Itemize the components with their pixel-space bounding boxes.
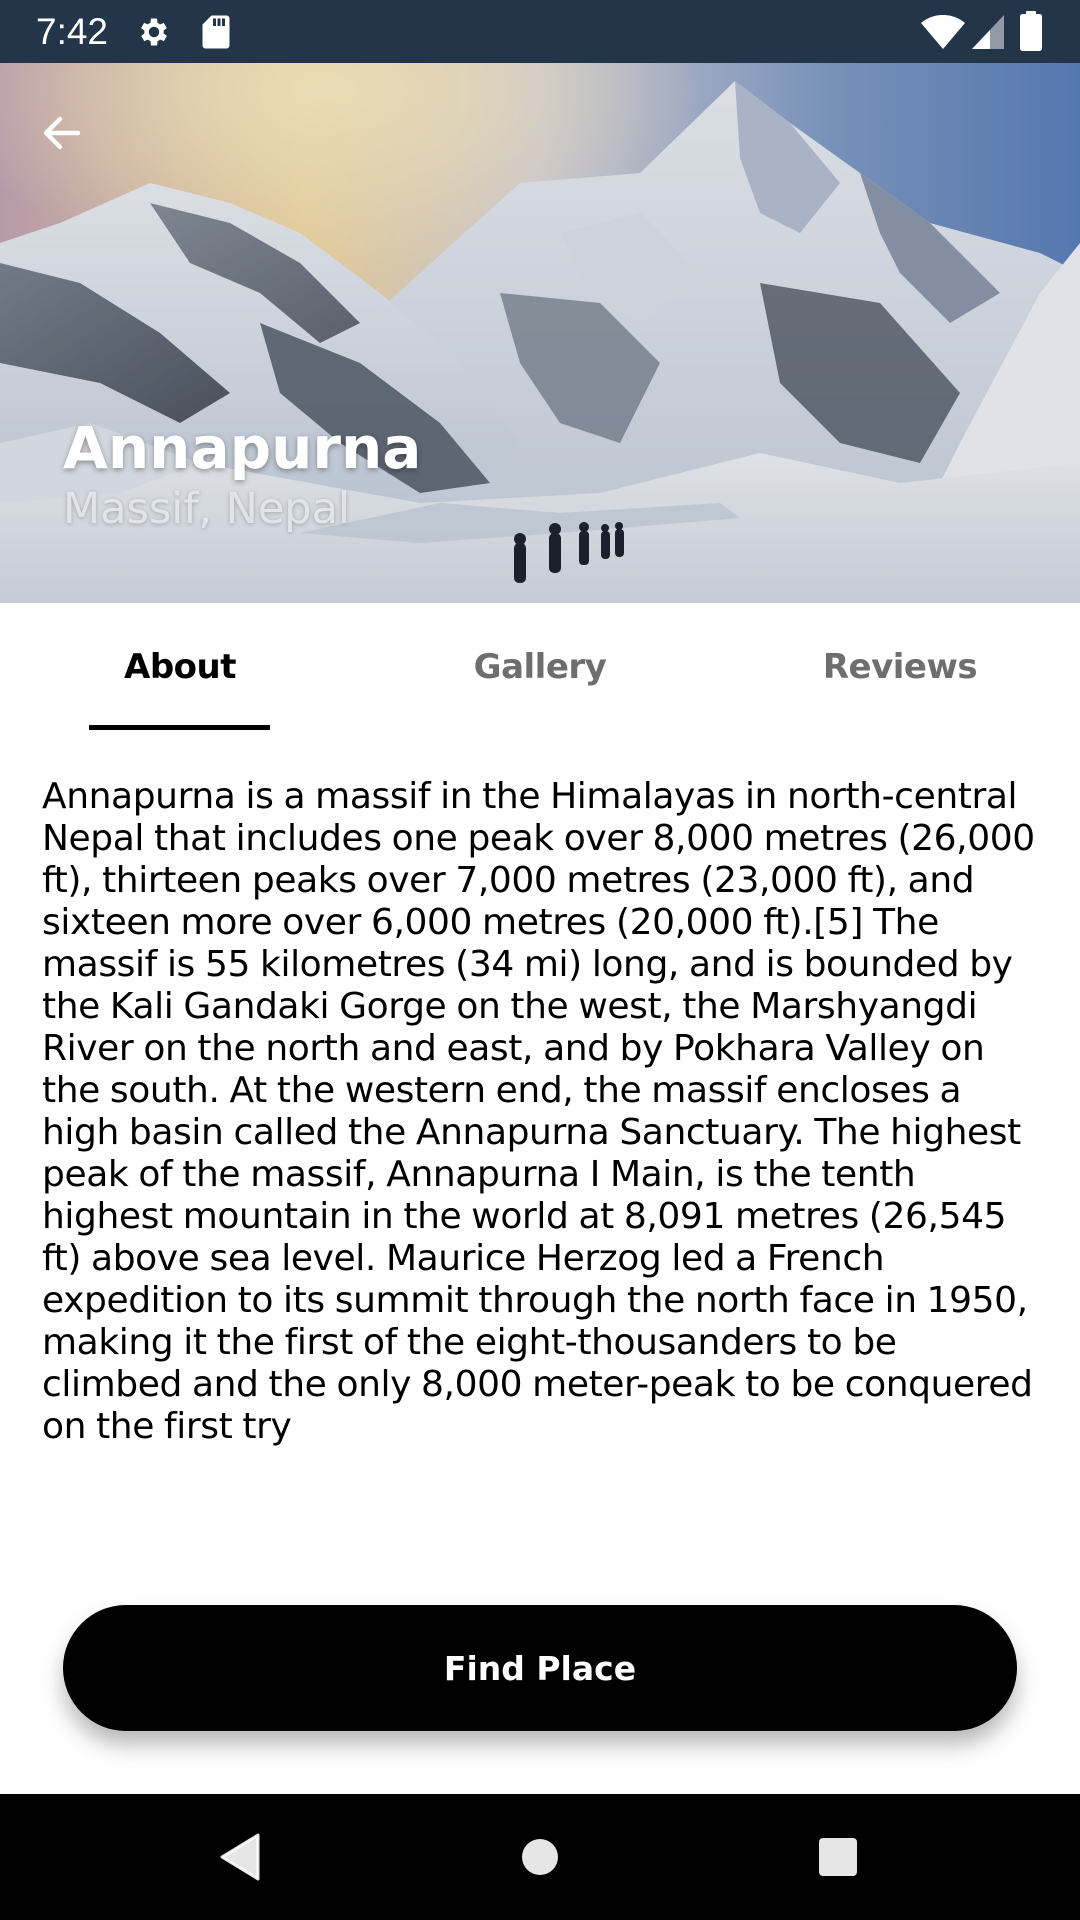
back-button[interactable] <box>26 97 98 169</box>
wifi-icon <box>921 15 965 49</box>
nav-recents-button[interactable] <box>775 1794 901 1920</box>
active-tab-indicator <box>89 725 270 730</box>
find-place-button[interactable]: Find Place <box>63 1605 1017 1731</box>
nav-back-button[interactable] <box>177 1794 303 1920</box>
tab-gallery[interactable]: Gallery <box>360 603 720 735</box>
tab-reviews[interactable]: Reviews <box>720 603 1080 735</box>
tab-label: Gallery <box>473 647 607 687</box>
gear-icon <box>141 18 167 46</box>
tab-about[interactable]: About <box>0 603 360 735</box>
sd-card-icon <box>202 15 230 49</box>
tab-label: About <box>124 647 236 687</box>
place-title: Annapurna <box>63 414 422 482</box>
place-subtitle: Massif, Nepal <box>63 484 350 534</box>
cell-signal-icon <box>972 15 1004 49</box>
about-description: Annapurna is a massif in the Himalayas i… <box>42 776 1035 1447</box>
arrow-left-icon <box>43 116 81 150</box>
nav-home-button[interactable] <box>477 1794 603 1920</box>
hero-header: Annapurna Massif, Nepal <box>0 63 1080 603</box>
nav-recents-icon <box>819 1838 857 1876</box>
system-navigation-bar <box>0 1794 1080 1920</box>
status-time: 7:42 <box>36 11 109 52</box>
nav-back-icon <box>220 1833 260 1881</box>
battery-icon <box>1020 11 1042 51</box>
tab-bar: About Gallery Reviews <box>0 603 1080 735</box>
nav-home-icon <box>522 1839 558 1875</box>
tab-label: Reviews <box>822 647 978 687</box>
status-bar: 7:42 <box>0 0 1080 63</box>
